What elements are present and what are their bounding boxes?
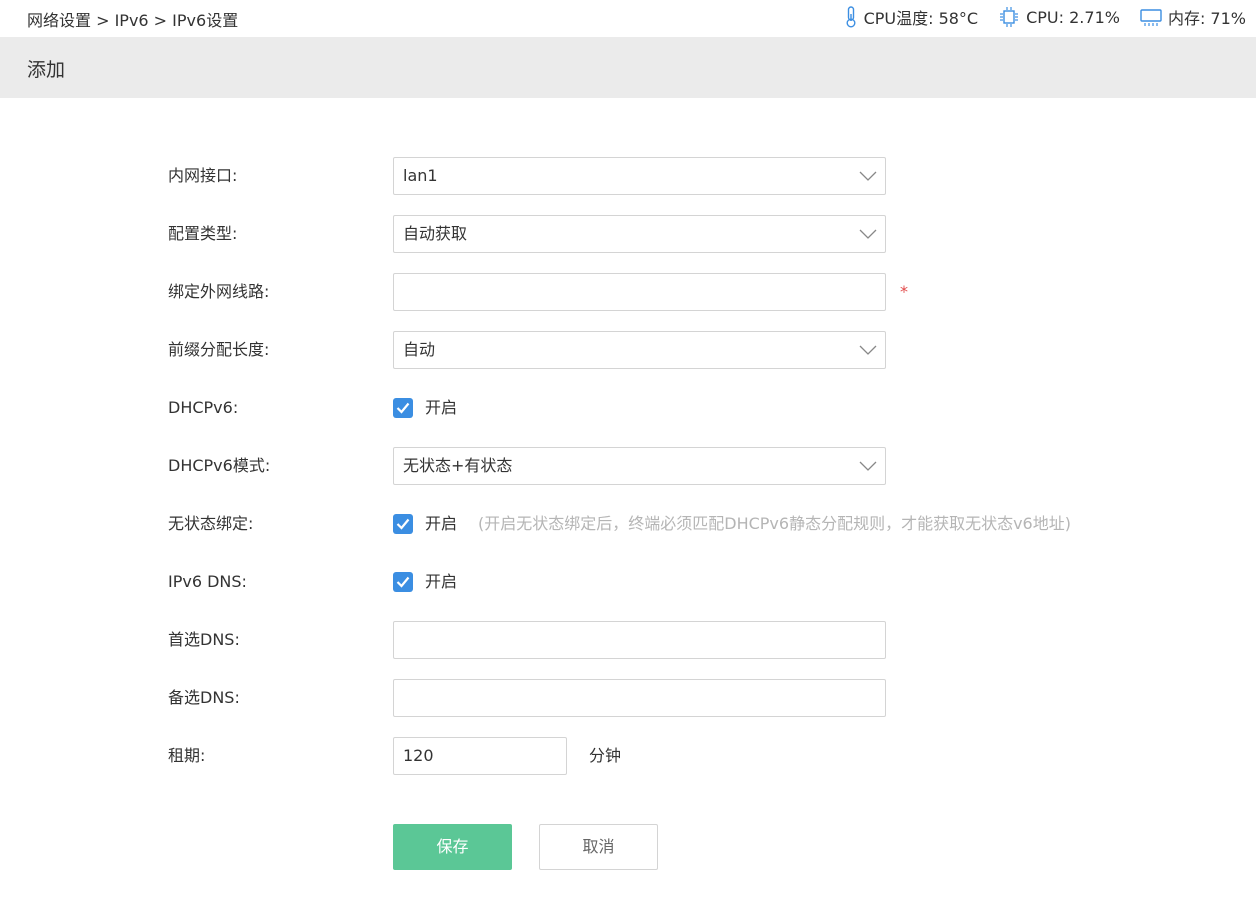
primary-dns-input[interactable]	[393, 621, 886, 659]
ipv6-dns-label: IPv6 DNS:	[168, 572, 247, 591]
cpu-usage: CPU: 2.71%	[998, 6, 1120, 28]
checkmark-icon	[396, 518, 410, 530]
lease-label: 租期:	[168, 746, 206, 765]
secondary-dns-input[interactable]	[393, 679, 886, 717]
stateless-binding-label: 无状态绑定:	[168, 514, 254, 533]
chevron-down-icon	[859, 345, 877, 355]
chevron-down-icon	[859, 171, 877, 181]
lan-interface-label: 内网接口:	[168, 166, 238, 185]
dhcpv6-mode-value: 无状态+有状态	[403, 456, 513, 475]
lease-unit: 分钟	[589, 746, 622, 765]
stateless-binding-option-label: 开启	[425, 514, 458, 533]
prefix-length-value: 自动	[403, 340, 436, 359]
chevron-down-icon	[859, 461, 877, 471]
checkmark-icon	[396, 402, 410, 414]
dhcpv6-mode-label: DHCPv6模式:	[168, 456, 271, 475]
cpu-temperature-text: CPU温度: 58°C	[863, 9, 979, 28]
dhcpv6-label: DHCPv6:	[168, 398, 239, 417]
chevron-down-icon	[859, 229, 877, 239]
prefix-length-select[interactable]: 自动	[393, 331, 886, 369]
row-prefix-length: 前缀分配长度: 自动	[0, 331, 1256, 369]
checkmark-icon	[396, 576, 410, 588]
row-config-type: 配置类型: 自动获取	[0, 215, 1256, 253]
lan-interface-value: lan1	[403, 166, 438, 185]
thermometer-icon	[846, 6, 856, 28]
row-ipv6-dns: IPv6 DNS: 开启	[0, 563, 1256, 601]
row-lan-interface: 内网接口: lan1	[0, 157, 1256, 195]
breadcrumb: 网络设置 > IPv6 > IPv6设置	[27, 11, 239, 30]
lan-interface-select[interactable]: lan1	[393, 157, 886, 195]
system-status: CPU温度: 58°C CPU: 2.71% 内存: 71%	[844, 5, 1246, 29]
row-lease: 租期: 120 分钟	[0, 737, 1256, 775]
dhcpv6-mode-select[interactable]: 无状态+有状态	[393, 447, 886, 485]
row-dhcpv6: DHCPv6: 开启	[0, 389, 1256, 427]
top-bar: 网络设置 > IPv6 > IPv6设置 CPU温度: 58°C CPU: 2.…	[0, 0, 1256, 36]
ipv6-dns-option-label: 开启	[425, 572, 458, 591]
cpu-usage-text: CPU: 2.71%	[1026, 7, 1120, 27]
lease-input[interactable]: 120	[393, 737, 567, 775]
chip-icon	[1000, 7, 1019, 27]
lease-value: 120	[403, 746, 434, 765]
prefix-length-label: 前缀分配长度:	[168, 340, 270, 359]
config-type-label: 配置类型:	[168, 224, 238, 243]
bind-wan-label: 绑定外网线路:	[168, 282, 270, 301]
ipv6-dns-checkbox[interactable]	[393, 572, 413, 592]
row-primary-dns: 首选DNS:	[0, 621, 1256, 659]
save-button[interactable]: 保存	[393, 824, 512, 870]
row-stateless-binding: 无状态绑定: 开启 (开启无状态绑定后，终端必须匹配DHCPv6静态分配规则，才…	[0, 505, 1256, 543]
memory-usage-text: 内存: 71%	[1167, 9, 1246, 28]
row-dhcpv6-mode: DHCPv6模式: 无状态+有状态	[0, 447, 1256, 485]
row-secondary-dns: 备选DNS:	[0, 679, 1256, 717]
memory-usage: 内存: 71%	[1140, 5, 1246, 29]
bind-wan-input[interactable]	[393, 273, 886, 311]
stateless-binding-checkbox[interactable]	[393, 514, 413, 534]
section-header: 添加	[0, 37, 1256, 98]
secondary-dns-label: 备选DNS:	[168, 688, 240, 707]
page-title: 添加	[27, 59, 66, 81]
memory-icon	[1140, 9, 1162, 26]
row-bind-wan: 绑定外网线路: *	[0, 273, 1256, 311]
dhcpv6-option-label: 开启	[425, 398, 458, 417]
primary-dns-label: 首选DNS:	[168, 630, 240, 649]
dhcpv6-checkbox[interactable]	[393, 398, 413, 418]
required-mark: *	[900, 282, 908, 301]
config-type-select[interactable]: 自动获取	[393, 215, 886, 253]
cpu-temperature: CPU温度: 58°C	[844, 5, 979, 29]
stateless-binding-hint: (开启无状态绑定后，终端必须匹配DHCPv6静态分配规则，才能获取无状态v6地址…	[478, 514, 1071, 533]
config-type-value: 自动获取	[403, 224, 468, 243]
cancel-button[interactable]: 取消	[539, 824, 658, 870]
